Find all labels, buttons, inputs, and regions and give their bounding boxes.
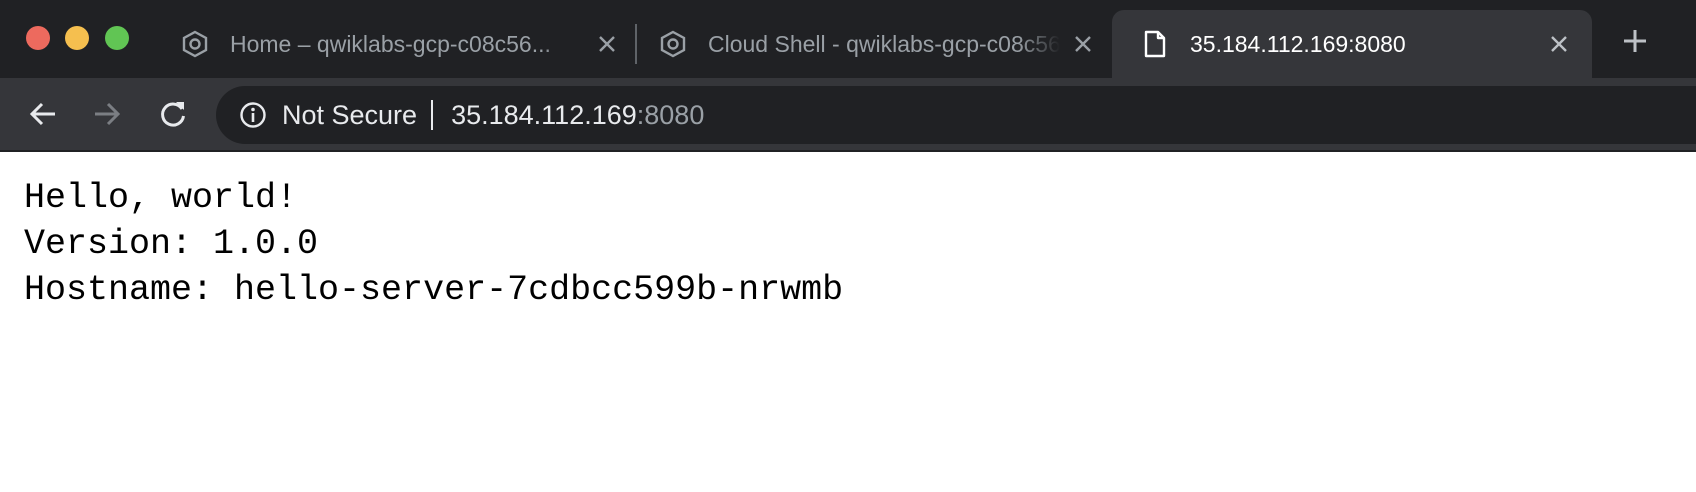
- window-minimize-button[interactable]: [65, 26, 89, 50]
- output-line-greeting: Hello, world!: [24, 178, 298, 218]
- url-host: 35.184.112.169: [451, 99, 637, 130]
- gcp-hexagon-icon: [180, 29, 210, 59]
- forward-arrow-icon[interactable]: [90, 97, 124, 131]
- window-maximize-button[interactable]: [105, 26, 129, 50]
- tab-title: Cloud Shell - qwiklabs-gcp-c08c56...: [708, 30, 1060, 57]
- output-line-version: Version: 1.0.0: [24, 224, 319, 264]
- page-content: Hello, world! Version: 1.0.0 Hostname: h…: [0, 152, 1696, 492]
- tab-separator: [635, 24, 637, 64]
- url-port: :8080: [636, 99, 705, 130]
- browser-window: Home – qwiklabs-gcp-c08c56... Cloud Shel…: [0, 0, 1696, 492]
- tab-home[interactable]: Home – qwiklabs-gcp-c08c56...: [180, 10, 620, 78]
- back-arrow-icon[interactable]: [26, 97, 60, 131]
- tab-active-page[interactable]: 35.184.112.169:8080: [1112, 10, 1592, 78]
- gcp-hexagon-icon: [658, 29, 688, 59]
- tab-strip: Home – qwiklabs-gcp-c08c56... Cloud Shel…: [0, 0, 1696, 78]
- toolbar: Not Secure 35.184.112.169:8080: [0, 78, 1696, 152]
- close-icon[interactable]: [1070, 31, 1096, 57]
- window-close-button[interactable]: [26, 26, 50, 50]
- address-bar[interactable]: Not Secure 35.184.112.169:8080: [216, 86, 1696, 144]
- address-divider: [431, 100, 434, 130]
- tab-title: Home – qwiklabs-gcp-c08c56...: [230, 30, 551, 57]
- security-status-label[interactable]: Not Secure: [282, 100, 417, 131]
- close-icon[interactable]: [1546, 31, 1572, 57]
- output-line-hostname: Hostname: hello-server-7cdbcc599b-nrwmb: [24, 270, 844, 310]
- close-icon[interactable]: [594, 31, 620, 57]
- new-tab-icon[interactable]: [1620, 26, 1650, 56]
- tab-title: 35.184.112.169:8080: [1190, 30, 1406, 57]
- info-icon[interactable]: [238, 100, 268, 130]
- page-icon: [1140, 29, 1170, 59]
- tab-cloud-shell[interactable]: Cloud Shell - qwiklabs-gcp-c08c56...: [658, 10, 1096, 78]
- reload-icon[interactable]: [156, 97, 190, 131]
- url-text[interactable]: 35.184.112.169:8080: [451, 100, 704, 131]
